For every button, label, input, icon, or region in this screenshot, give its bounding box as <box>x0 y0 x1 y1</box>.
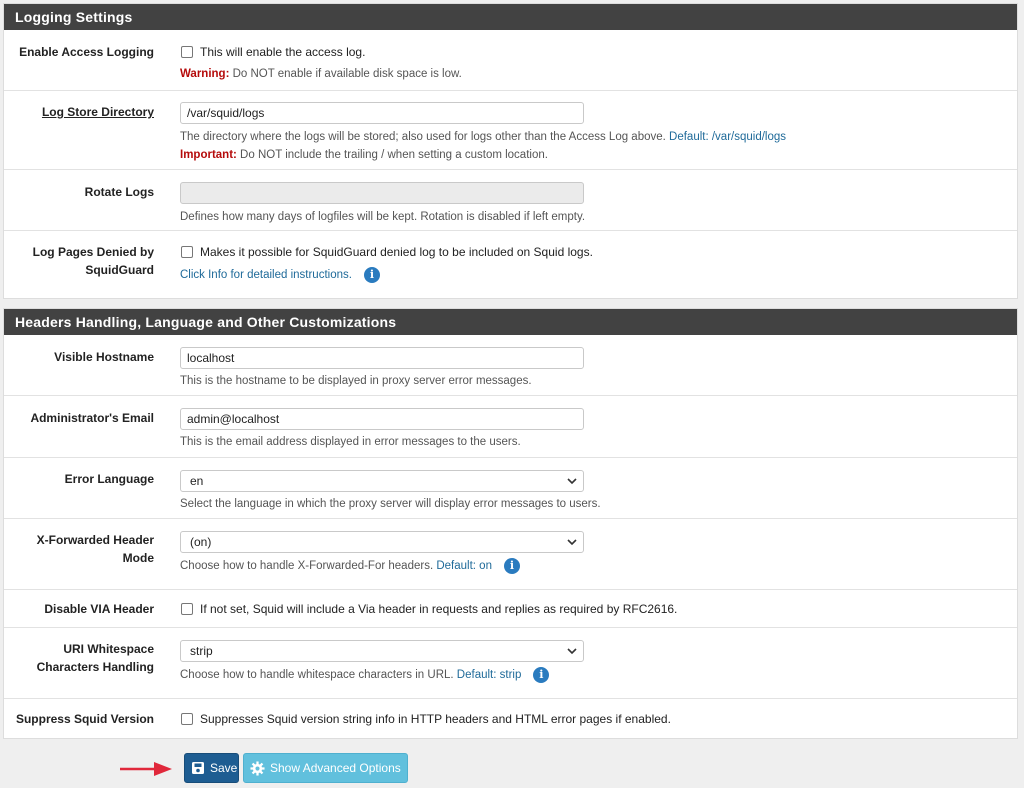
denied-log-instructions-link[interactable]: Click Info for detailed instructions. <box>180 269 352 281</box>
email-control: admin@localhost This is the email addres… <box>180 408 1007 451</box>
access-logging-checkbox[interactable] <box>181 46 193 58</box>
hostname-control: localhost This is the hostname to be dis… <box>180 347 1007 390</box>
language-select[interactable]: en <box>180 470 584 492</box>
show-advanced-label: Show Advanced Options <box>270 761 401 775</box>
uri-label: URI Whitespace Characters Handling <box>36 642 154 674</box>
hostname-input[interactable]: localhost <box>180 347 584 369</box>
chevron-down-icon <box>567 478 577 485</box>
hostname-help: This is the hostname to be displayed in … <box>180 375 532 387</box>
suppress-label: Suppress Squid Version <box>15 712 154 726</box>
save-button[interactable]: Save <box>184 753 239 783</box>
save-button-label: Save <box>210 761 238 775</box>
access-logging-label: Enable Access Logging <box>19 45 154 59</box>
language-help: Select the language in which the proxy s… <box>180 498 601 510</box>
via-row: Disable VIA Header If not set, Squid wil… <box>4 590 1017 628</box>
info-icon[interactable]: i <box>363 266 380 283</box>
email-row: Administrator's Email admin@localhost Th… <box>4 396 1017 458</box>
xff-help-text: Choose how to handle X-Forwarded-For hea… <box>180 560 437 572</box>
xff-label: X-Forwarded Header Mode <box>36 533 154 565</box>
via-label: Disable VIA Header <box>44 602 154 616</box>
denied-log-checkbox-text: Makes it possible for SquidGuard denied … <box>200 245 593 259</box>
via-checkbox[interactable] <box>181 603 193 615</box>
log-store-help-text: The directory where the logs will be sto… <box>180 131 670 143</box>
language-select-value: en <box>190 474 204 488</box>
xff-row: X-Forwarded Header Mode (on) Choose how … <box>4 519 1017 590</box>
chevron-down-icon <box>567 539 577 546</box>
uri-help-text: Choose how to handle whitespace characte… <box>180 669 457 681</box>
log-store-label[interactable]: Log Store Directory <box>4 103 154 121</box>
log-store-input[interactable]: /var/squid/logs <box>180 102 584 124</box>
info-icon[interactable]: i <box>503 557 520 574</box>
warning-text: Do NOT enable if available disk space is… <box>229 68 462 80</box>
uri-control: strip Choose how to handle whitespace ch… <box>180 640 1007 684</box>
show-advanced-button[interactable]: Show Advanced Options <box>243 753 408 783</box>
log-store-important: Important: Do NOT include the trailing /… <box>180 146 1007 164</box>
save-icon <box>192 762 204 774</box>
denied-log-checkbox[interactable] <box>181 246 193 258</box>
uri-help: Choose how to handle whitespace characte… <box>180 666 1007 684</box>
access-logging-control: This will enable the access log. Warning… <box>180 43 1007 83</box>
rotate-logs-label: Rotate Logs <box>84 185 154 199</box>
access-logging-row: Enable Access Logging This will enable t… <box>4 30 1017 91</box>
arrow-icon <box>120 762 172 776</box>
gear-icon <box>250 760 265 776</box>
language-row: Error Language en Select the language in… <box>4 458 1017 519</box>
language-control: en Select the language in which the prox… <box>180 470 1007 513</box>
xff-select-value: (on) <box>190 535 212 549</box>
uri-select[interactable]: strip <box>180 640 584 662</box>
xff-default: Default: on <box>436 560 492 572</box>
logging-settings-heading: Logging Settings <box>4 4 1017 30</box>
info-icon[interactable]: i <box>533 666 550 683</box>
headers-panel: Headers Handling, Language and Other Cus… <box>3 308 1018 739</box>
warning-label: Warning: <box>180 68 230 80</box>
denied-log-row: Log Pages Denied by SquidGuard Makes it … <box>4 231 1017 298</box>
rotate-logs-row: Rotate Logs Defines how many days of log… <box>4 170 1017 231</box>
suppress-checkbox-text: Suppresses Squid version string info in … <box>200 712 671 726</box>
log-store-help: The directory where the logs will be sto… <box>180 128 1007 146</box>
email-input[interactable]: admin@localhost <box>180 408 584 430</box>
hostname-label: Visible Hostname <box>54 350 154 364</box>
via-control: If not set, Squid will include a Via hea… <box>180 600 1007 618</box>
access-logging-warning: Warning: Do NOT enable if available disk… <box>180 65 1007 83</box>
access-logging-checkbox-text: This will enable the access log. <box>200 45 366 59</box>
log-store-control: /var/squid/logs The directory where the … <box>180 102 1007 164</box>
rotate-logs-input[interactable] <box>180 182 584 204</box>
suppress-checkbox[interactable] <box>181 713 193 725</box>
denied-log-info-line: Click Info for detailed instructions. i <box>180 266 1007 284</box>
rotate-logs-control: Defines how many days of logfiles will b… <box>180 182 1007 226</box>
important-label: Important: <box>180 149 237 161</box>
xff-control: (on) Choose how to handle X-Forwarded-Fo… <box>180 531 1007 575</box>
email-help: This is the email address displayed in e… <box>180 436 521 448</box>
uri-row: URI Whitespace Characters Handling strip… <box>4 628 1017 699</box>
hostname-row: Visible Hostname localhost This is the h… <box>4 335 1017 396</box>
rotate-logs-help: Defines how many days of logfiles will b… <box>180 211 586 223</box>
language-label: Error Language <box>64 472 154 486</box>
uri-default: Default: strip <box>456 669 522 681</box>
xff-select[interactable]: (on) <box>180 531 584 553</box>
important-text: Do NOT include the trailing / when setti… <box>236 149 548 161</box>
log-store-row: Log Store Directory /var/squid/logs The … <box>4 91 1017 170</box>
headers-heading: Headers Handling, Language and Other Cus… <box>4 309 1017 335</box>
email-label: Administrator's Email <box>30 411 154 425</box>
xff-help: Choose how to handle X-Forwarded-For hea… <box>180 557 1007 575</box>
logging-settings-panel: Logging Settings Enable Access Logging T… <box>3 3 1018 299</box>
chevron-down-icon <box>567 648 577 655</box>
log-store-default: Default: /var/squid/logs <box>669 131 787 143</box>
suppress-control: Suppresses Squid version string info in … <box>180 710 1007 728</box>
denied-log-control: Makes it possible for SquidGuard denied … <box>180 243 1007 284</box>
uri-select-value: strip <box>190 644 213 658</box>
via-checkbox-text: If not set, Squid will include a Via hea… <box>200 602 678 616</box>
suppress-row: Suppress Squid Version Suppresses Squid … <box>4 699 1017 737</box>
denied-log-label: Log Pages Denied by SquidGuard <box>32 245 154 277</box>
